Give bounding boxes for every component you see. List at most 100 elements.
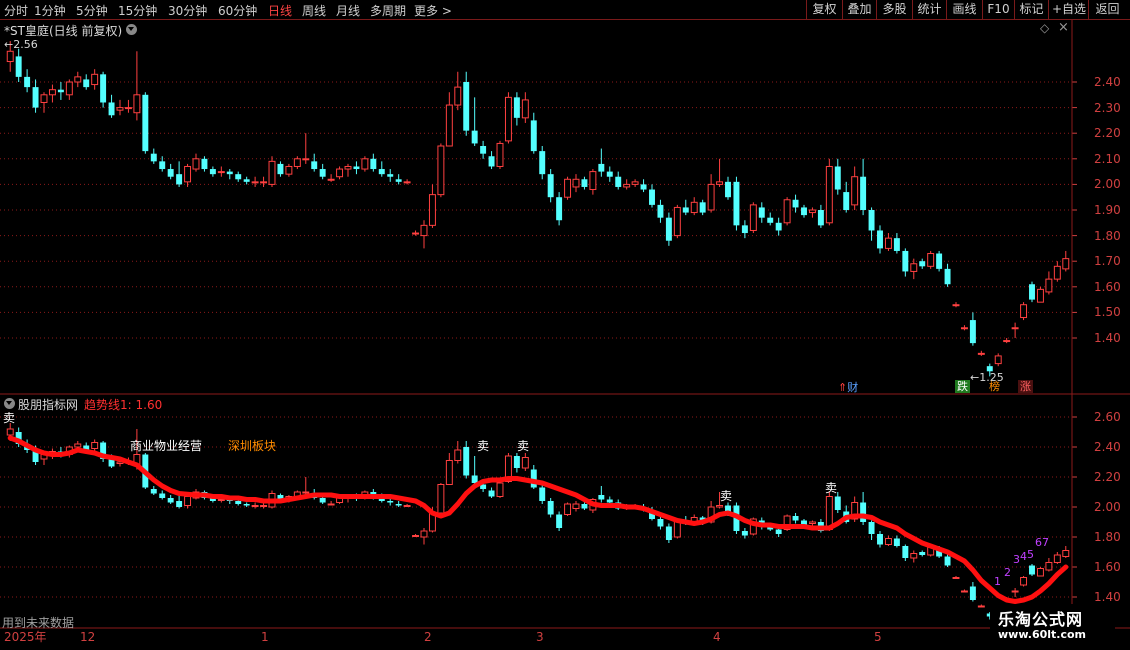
candle-body xyxy=(877,230,883,249)
candle xyxy=(412,534,420,537)
candle xyxy=(471,97,478,146)
indicator-tick-label: 1.60 xyxy=(1094,560,1121,574)
rise-tag[interactable]: 涨 xyxy=(1018,380,1033,393)
candle xyxy=(581,176,588,190)
candle xyxy=(994,353,1002,367)
candle xyxy=(969,582,976,602)
candle-body xyxy=(1036,568,1044,577)
candle xyxy=(1003,338,1011,344)
candle xyxy=(277,161,284,177)
diamond-icon[interactable]: ◇ xyxy=(1040,21,1049,35)
candle xyxy=(336,166,344,180)
finance-tag[interactable]: ⇑财 xyxy=(836,381,860,394)
candle-body xyxy=(15,56,22,77)
candle-body xyxy=(572,503,580,509)
candle-body xyxy=(775,529,782,534)
drop-tag[interactable]: 跌 xyxy=(955,380,970,393)
candle-body xyxy=(792,199,799,208)
candle xyxy=(420,220,428,249)
candle xyxy=(209,166,216,177)
candle-body xyxy=(327,178,335,181)
candle xyxy=(217,166,225,177)
candle xyxy=(673,204,681,239)
candle-body xyxy=(927,253,935,267)
candle-body xyxy=(977,352,985,355)
candle-body xyxy=(378,169,385,175)
candle-body xyxy=(1020,577,1028,586)
candle xyxy=(167,163,174,180)
candle-body xyxy=(808,521,816,524)
candle xyxy=(344,163,352,177)
candle xyxy=(649,184,655,208)
candle xyxy=(108,94,115,118)
candle-body xyxy=(311,161,318,170)
grid-lines xyxy=(0,81,1077,598)
candle-body xyxy=(403,181,411,184)
candle xyxy=(665,523,672,543)
candle xyxy=(741,528,748,539)
candle xyxy=(919,258,926,269)
candle-body xyxy=(944,268,951,285)
candle-body xyxy=(226,171,233,175)
candle-body xyxy=(564,503,572,515)
candle-body xyxy=(100,74,107,103)
candle-body xyxy=(969,586,976,600)
candle-body xyxy=(598,495,605,500)
candle-body xyxy=(716,505,724,508)
candle xyxy=(1036,286,1044,303)
candle-body xyxy=(1062,550,1070,557)
candle xyxy=(226,169,233,180)
candle-body xyxy=(420,224,428,237)
date-label: 2 xyxy=(424,630,432,644)
candle-body xyxy=(733,181,740,226)
candle-body xyxy=(631,181,639,185)
price-tick-label: 2.40 xyxy=(1094,75,1121,89)
candle xyxy=(150,486,157,495)
count-label: 6 xyxy=(1035,536,1042,549)
candle xyxy=(167,495,174,504)
candle xyxy=(960,589,968,593)
sell-signal: 卖 xyxy=(3,411,16,425)
indicator-menu-icon[interactable] xyxy=(4,398,15,409)
indicator-source: 股朋指标网 xyxy=(18,398,79,412)
candle xyxy=(327,174,335,182)
candle-body xyxy=(741,225,748,234)
count-label: 5 xyxy=(1027,548,1034,561)
candle xyxy=(192,153,200,172)
candle xyxy=(615,171,622,190)
candle-body xyxy=(581,179,588,187)
candle-body xyxy=(91,442,99,449)
candle-body xyxy=(319,169,326,177)
ranking-tag[interactable]: 榜 xyxy=(987,380,1002,393)
candle-body xyxy=(159,493,166,498)
candle xyxy=(741,220,748,239)
candle xyxy=(699,199,706,216)
close-icon[interactable]: × xyxy=(1058,20,1069,35)
candle-body xyxy=(884,538,892,545)
candle xyxy=(251,176,259,187)
candle xyxy=(184,495,192,509)
candle xyxy=(235,171,242,182)
candle xyxy=(378,161,385,177)
candle-body xyxy=(581,504,588,509)
candle xyxy=(564,176,572,200)
arrow-icon: ← xyxy=(970,371,980,384)
candle xyxy=(969,312,976,346)
candle-body xyxy=(251,505,259,507)
candle xyxy=(243,176,250,185)
candle xyxy=(564,502,572,516)
candle xyxy=(606,166,613,182)
candle-body xyxy=(124,107,132,110)
main-pane-menu-icon[interactable] xyxy=(126,24,137,35)
up-arrow-icon: ⇑ xyxy=(838,381,848,394)
candle-body xyxy=(403,505,411,507)
sell-signal: 卖 xyxy=(477,439,490,453)
candle xyxy=(1053,552,1061,564)
candle-body xyxy=(792,516,799,521)
candle-body xyxy=(640,184,647,190)
candle-body xyxy=(488,156,495,167)
price-tick-label: 1.50 xyxy=(1094,305,1121,320)
candle xyxy=(463,71,470,136)
candle-body xyxy=(834,166,841,190)
candle-body xyxy=(167,169,174,177)
